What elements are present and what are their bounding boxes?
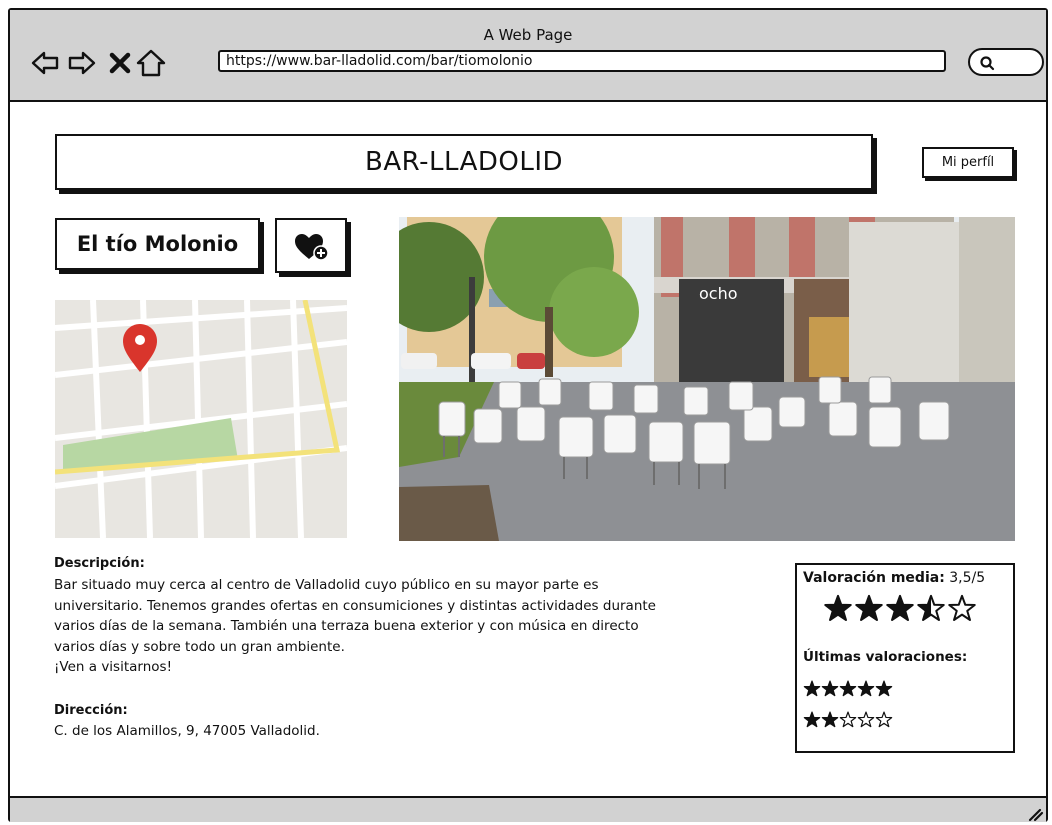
review-stars [803,680,893,702]
heart-add-icon [295,234,329,261]
star-full-icon [803,711,821,728]
search-icon [980,56,995,71]
description-line: varios días y sobre todo un gran ambient… [54,638,345,655]
add-favorite-button[interactable] [275,218,347,273]
bar-photo: ocho [399,217,1015,541]
close-icon[interactable] [105,48,135,78]
description-text: Bar situado muy cerca al centro de Valla… [54,575,774,678]
rating-panel: Valoración media: 3,5/5 Últimas valoraci… [795,563,1015,753]
browser-titlebar: A Web Page https://www.bar-lladolid.com/… [10,10,1046,102]
star-full-icon [857,680,875,697]
star-half-icon [917,594,945,621]
browser-statusbar [10,796,1046,822]
back-arrow-icon[interactable] [30,48,60,78]
description-line: Bar situado muy cerca al centro de Valla… [54,577,599,593]
description-heading: Descripción: [54,556,145,571]
star-full-icon [803,680,821,697]
description-line: varios días de la semana. También una te… [54,618,639,634]
star-empty-icon [857,711,875,728]
review-stars [803,711,893,733]
star-empty-icon [839,711,857,728]
description-line: ¡Ven a visitarnos! [54,659,172,675]
window-title: A Web Page [483,26,573,44]
latest-reviews-heading: Últimas valoraciones: [803,649,968,665]
forward-arrow-icon[interactable] [67,48,97,78]
bar-name-title: El tío Molonio [55,218,260,270]
average-rating-value: 3,5/5 [944,570,986,586]
address-heading: Dirección: [54,703,128,718]
star-full-icon [886,594,914,621]
site-title[interactable]: BAR-LLADOLID [55,134,873,190]
resize-grip-icon[interactable] [1026,804,1044,822]
average-rating: Valoración media: 3,5/5 [803,570,985,586]
star-full-icon [821,711,839,728]
star-full-icon [839,680,857,697]
profile-button[interactable]: Mi perfíl [922,147,1014,178]
star-empty-icon [875,711,893,728]
description-line: universitario. Tenemos grandes ofertas e… [54,597,656,614]
location-map[interactable] [55,300,347,538]
average-rating-label: Valoración media: [803,570,945,586]
star-empty-icon [948,594,976,621]
address-value: C. de los Alamillos, 9, 47005 Valladolid… [54,723,320,739]
sign-text: ocho [699,284,738,303]
average-stars [823,594,977,628]
star-full-icon [824,594,852,621]
star-full-icon [855,594,883,621]
home-icon[interactable] [136,48,166,78]
star-full-icon [821,680,839,697]
search-button[interactable] [968,48,1044,76]
address-bar[interactable]: https://www.bar-lladolid.com/bar/tiomolo… [218,50,946,72]
star-full-icon [875,680,893,697]
